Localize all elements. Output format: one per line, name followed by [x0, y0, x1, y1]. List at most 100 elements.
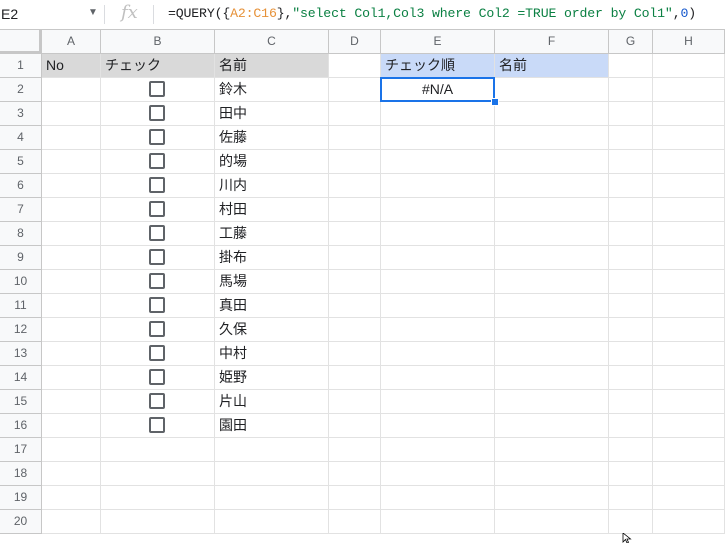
row-header-11[interactable]: 11	[0, 294, 42, 318]
row-header-18[interactable]: 18	[0, 462, 42, 486]
cell-a3[interactable]	[42, 102, 101, 126]
cell-h18[interactable]	[653, 462, 725, 486]
checkbox[interactable]	[149, 201, 165, 217]
cell-h14[interactable]	[653, 366, 725, 390]
cell-d2[interactable]	[329, 78, 381, 102]
cell-d20[interactable]	[329, 510, 381, 534]
row-header-16[interactable]: 16	[0, 414, 42, 438]
checkbox[interactable]	[149, 177, 165, 193]
cell-b12[interactable]	[101, 318, 215, 342]
cell-b7[interactable]	[101, 198, 215, 222]
cell-h7[interactable]	[653, 198, 725, 222]
cell-g6[interactable]	[609, 174, 653, 198]
column-header-a[interactable]: A	[42, 30, 101, 54]
cell-g2[interactable]	[609, 78, 653, 102]
cell-a8[interactable]	[42, 222, 101, 246]
row-header-17[interactable]: 17	[0, 438, 42, 462]
spreadsheet-grid[interactable]: A B C D E F G H 1 No チェック 名前 チェック順 名前 2 鈴木 #N/A 3 田中 4 佐藤 5 的場…	[0, 30, 725, 540]
cell-b6[interactable]	[101, 174, 215, 198]
checkbox[interactable]	[149, 225, 165, 241]
cell-h13[interactable]	[653, 342, 725, 366]
cell-c5[interactable]: 的場	[215, 150, 329, 174]
cell-a20[interactable]	[42, 510, 101, 534]
cell-e4[interactable]	[381, 126, 495, 150]
cell-h16[interactable]	[653, 414, 725, 438]
cell-a11[interactable]	[42, 294, 101, 318]
cell-g1[interactable]	[609, 54, 653, 78]
cell-c13[interactable]: 中村	[215, 342, 329, 366]
checkbox[interactable]	[149, 249, 165, 265]
checkbox[interactable]	[149, 105, 165, 121]
cell-e20[interactable]	[381, 510, 495, 534]
cell-d4[interactable]	[329, 126, 381, 150]
cell-a13[interactable]	[42, 342, 101, 366]
cell-b5[interactable]	[101, 150, 215, 174]
cell-e2[interactable]: #N/A	[381, 78, 495, 102]
cell-c15[interactable]: 片山	[215, 390, 329, 414]
cell-e18[interactable]	[381, 462, 495, 486]
cell-c2[interactable]: 鈴木	[215, 78, 329, 102]
cell-c14[interactable]: 姫野	[215, 366, 329, 390]
cell-g3[interactable]	[609, 102, 653, 126]
cell-f13[interactable]	[495, 342, 609, 366]
column-header-c[interactable]: C	[215, 30, 329, 54]
cell-g17[interactable]	[609, 438, 653, 462]
cell-e3[interactable]	[381, 102, 495, 126]
cell-e14[interactable]	[381, 366, 495, 390]
cell-e17[interactable]	[381, 438, 495, 462]
cell-a19[interactable]	[42, 486, 101, 510]
cell-b11[interactable]	[101, 294, 215, 318]
cell-e10[interactable]	[381, 270, 495, 294]
checkbox[interactable]	[149, 417, 165, 433]
cell-a6[interactable]	[42, 174, 101, 198]
cell-d8[interactable]	[329, 222, 381, 246]
fill-handle[interactable]	[491, 98, 499, 106]
cell-c3[interactable]: 田中	[215, 102, 329, 126]
cell-d15[interactable]	[329, 390, 381, 414]
row-header-2[interactable]: 2	[0, 78, 42, 102]
column-header-g[interactable]: G	[609, 30, 653, 54]
cell-h6[interactable]	[653, 174, 725, 198]
cell-d10[interactable]	[329, 270, 381, 294]
cell-a2[interactable]	[42, 78, 101, 102]
cell-d11[interactable]	[329, 294, 381, 318]
column-header-d[interactable]: D	[329, 30, 381, 54]
cell-h19[interactable]	[653, 486, 725, 510]
cell-h4[interactable]	[653, 126, 725, 150]
cell-a16[interactable]	[42, 414, 101, 438]
cell-b2[interactable]	[101, 78, 215, 102]
cell-a4[interactable]	[42, 126, 101, 150]
cell-f15[interactable]	[495, 390, 609, 414]
cell-d14[interactable]	[329, 366, 381, 390]
checkbox[interactable]	[149, 297, 165, 313]
cell-d16[interactable]	[329, 414, 381, 438]
cell-c11[interactable]: 真田	[215, 294, 329, 318]
cell-e15[interactable]	[381, 390, 495, 414]
cell-b18[interactable]	[101, 462, 215, 486]
cell-h12[interactable]	[653, 318, 725, 342]
cell-f16[interactable]	[495, 414, 609, 438]
cell-a7[interactable]	[42, 198, 101, 222]
cell-a10[interactable]	[42, 270, 101, 294]
cell-c10[interactable]: 馬場	[215, 270, 329, 294]
cell-d17[interactable]	[329, 438, 381, 462]
cell-h20[interactable]	[653, 510, 725, 534]
cell-f12[interactable]	[495, 318, 609, 342]
cell-g18[interactable]	[609, 462, 653, 486]
cell-c4[interactable]: 佐藤	[215, 126, 329, 150]
cell-e9[interactable]	[381, 246, 495, 270]
cell-c18[interactable]	[215, 462, 329, 486]
cell-c17[interactable]	[215, 438, 329, 462]
cell-c7[interactable]: 村田	[215, 198, 329, 222]
row-header-9[interactable]: 9	[0, 246, 42, 270]
cell-h3[interactable]	[653, 102, 725, 126]
cell-e7[interactable]	[381, 198, 495, 222]
cell-d18[interactable]	[329, 462, 381, 486]
row-header-14[interactable]: 14	[0, 366, 42, 390]
row-header-3[interactable]: 3	[0, 102, 42, 126]
cell-d6[interactable]	[329, 174, 381, 198]
row-header-12[interactable]: 12	[0, 318, 42, 342]
cell-b1[interactable]: チェック	[101, 54, 215, 78]
name-box[interactable]: E2 ▼	[0, 0, 104, 29]
cell-c16[interactable]: 園田	[215, 414, 329, 438]
